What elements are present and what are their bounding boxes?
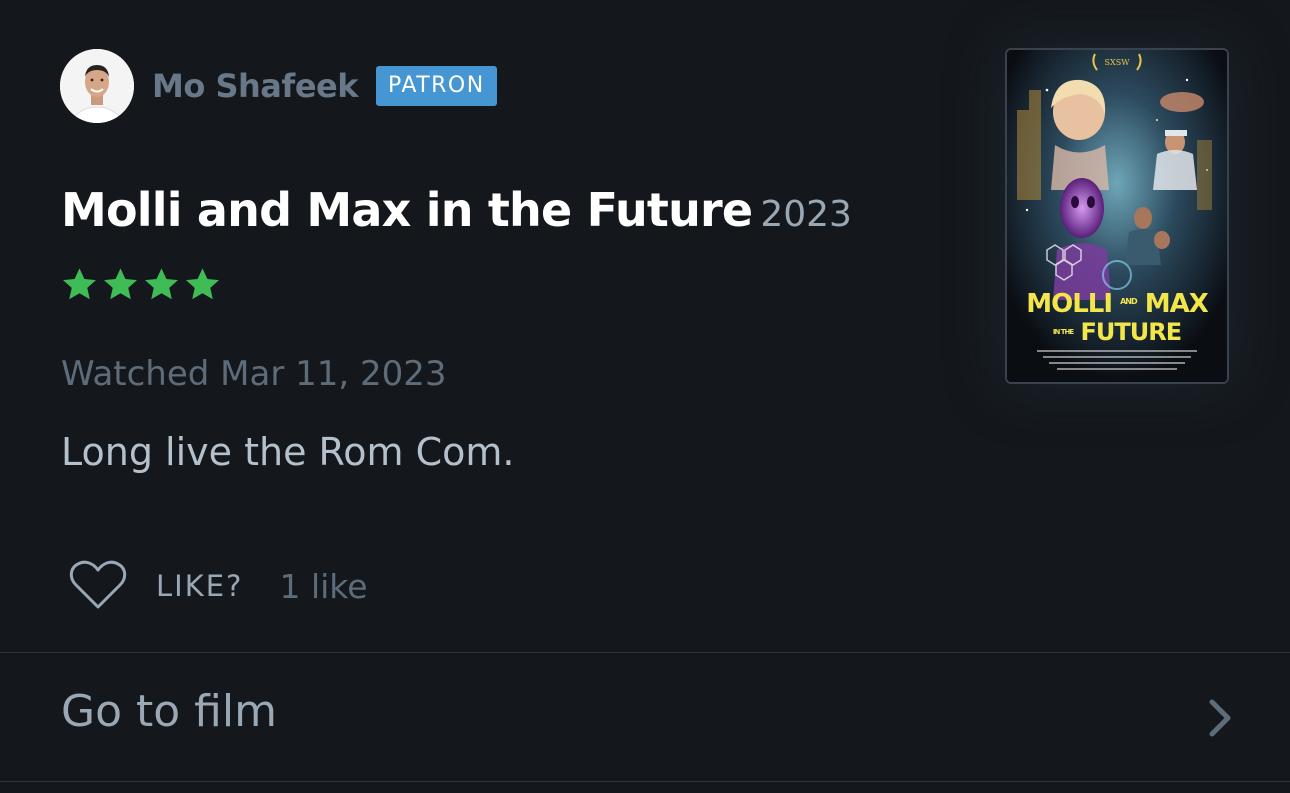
like-count[interactable]: 1 like: [279, 567, 367, 606]
like-row: LIKE? 1 like: [68, 560, 368, 612]
star-icon: [183, 266, 222, 304]
divider: [0, 781, 1290, 782]
star-icon: [60, 266, 99, 304]
like-button[interactable]: LIKE?: [156, 569, 243, 603]
watched-date: Watched Mar 11, 2023: [61, 354, 447, 394]
heart-icon[interactable]: [68, 560, 128, 612]
review-author[interactable]: Mo Shafeek PATRON: [60, 48, 497, 124]
go-to-film-label[interactable]: Go to film: [61, 686, 277, 737]
divider: [0, 652, 1290, 653]
star-rating: [60, 266, 222, 304]
review-card: Mo Shafeek PATRON Molli and Max in the F…: [0, 0, 1290, 652]
review-text: Long live the Rom Com.: [61, 430, 515, 474]
film-heading: Molli and Max in the Future 2023: [61, 183, 852, 237]
film-poster[interactable]: MOLLI AND MAX IN THE FUTURE SXSW: [1005, 48, 1229, 384]
chevron-right-icon[interactable]: [1208, 698, 1232, 738]
film-year[interactable]: 2023: [760, 194, 852, 235]
go-to-film-row[interactable]: Go to film: [0, 654, 1290, 781]
film-title[interactable]: Molli and Max in the Future: [61, 183, 753, 237]
author-name[interactable]: Mo Shafeek: [152, 67, 359, 105]
star-icon: [101, 266, 140, 304]
patron-badge: PATRON: [376, 66, 497, 106]
svg-text:SXSW: SXSW: [1105, 58, 1131, 67]
star-icon: [142, 266, 181, 304]
avatar[interactable]: [60, 49, 134, 123]
